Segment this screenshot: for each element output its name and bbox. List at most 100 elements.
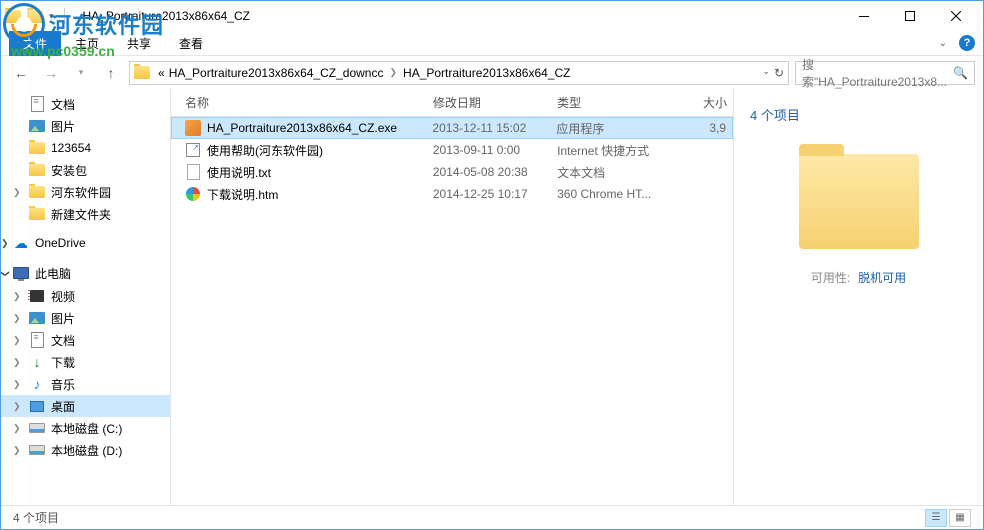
navitem-label: 文档 [51, 96, 75, 113]
availability-label: 可用性: [811, 269, 850, 286]
navitem-label: 下载 [51, 354, 75, 371]
view-details-button[interactable]: ☰ [925, 509, 947, 527]
navitem-label: 文档 [51, 332, 75, 349]
expand-icon[interactable]: ❯ [1, 238, 9, 249]
window-icon[interactable] [5, 10, 21, 23]
file-type: 应用程序 [550, 120, 674, 137]
chevron-right-icon[interactable]: ❯ [385, 67, 401, 78]
txt-icon [187, 164, 200, 180]
window-title: HA_Portraiture2013x86x64_CZ [83, 9, 250, 23]
navitem-folder[interactable]: 新建文件夹 [1, 203, 170, 225]
navigation-pane[interactable]: 文档 图片 123654 安装包 ❯ 河东软件园 新建文件夹 ❯ ☁ OneDrive… [1, 89, 171, 505]
breadcrumb-item[interactable]: HA_Portraiture2013x86x64_CZ_downcc [167, 66, 386, 80]
expand-icon[interactable]: ❯ [13, 401, 21, 412]
navitem-label: 安装包 [51, 162, 87, 179]
file-row[interactable]: 下载说明.htm2014-12-25 10:17360 Chrome HT... [171, 183, 733, 205]
nav-forward-button[interactable]: → [39, 61, 63, 85]
qat-dropdown-icon[interactable]: ▾ [49, 11, 54, 22]
expand-icon[interactable]: ❯ [13, 357, 21, 368]
qat-open-icon[interactable] [27, 10, 43, 23]
file-date: 2014-12-25 10:17 [427, 187, 551, 201]
navitem-music[interactable]: ❯♪音乐 [1, 373, 170, 395]
navitem-downloads[interactable]: ❯↓下载 [1, 351, 170, 373]
breadcrumb-item[interactable]: HA_Portraiture2013x86x64_CZ [401, 66, 572, 80]
nav-recent-dropdown[interactable]: ▾ [69, 61, 93, 85]
expand-icon[interactable]: ❯ [1, 269, 10, 277]
availability-value: 脱机可用 [858, 269, 906, 286]
navitem-drive-c[interactable]: ❯本地磁盘 (C:) [1, 417, 170, 439]
column-headers: 名称 修改日期 类型 大小 [171, 89, 733, 117]
navitem-pictures[interactable]: 图片 [1, 115, 170, 137]
navitem-documents[interactable]: 文档 [1, 93, 170, 115]
addressbar-row: ← → ▾ ↑ « HA_Portraiture2013x86x64_CZ_do… [1, 56, 983, 89]
column-header-type[interactable]: 类型 [551, 94, 675, 111]
navitem-label: 123654 [51, 141, 91, 155]
close-button[interactable] [933, 1, 979, 31]
file-type: Internet 快捷方式 [551, 142, 675, 159]
ribbon-tab-file[interactable]: 文件 [9, 31, 61, 56]
file-type: 文本文档 [551, 164, 675, 181]
breadcrumb-prefix[interactable]: « [156, 66, 167, 80]
navitem-folder[interactable]: ❯ 河东软件园 [1, 181, 170, 203]
search-icon[interactable]: 🔍 [953, 66, 968, 80]
expand-icon[interactable]: ❯ [13, 313, 21, 324]
nav-up-button[interactable]: ↑ [99, 61, 123, 85]
file-date: 2013-12-11 15:02 [426, 121, 550, 135]
addressbar-folder-icon [134, 66, 150, 79]
navitem-folder[interactable]: 安装包 [1, 159, 170, 181]
search-input[interactable]: 搜索"HA_Portraiture2013x8... 🔍 [795, 61, 975, 85]
expand-icon[interactable]: ❯ [13, 423, 21, 434]
navitem-label: 此电脑 [35, 265, 71, 282]
navitem-drive-d[interactable]: ❯ 本地磁盘 (D:) [1, 439, 170, 461]
column-header-name[interactable]: 名称 [179, 94, 427, 111]
music-icon: ♪ [29, 376, 45, 392]
addressbar-dropdown-icon[interactable]: ⌄ [762, 66, 770, 80]
navgroup-thispc[interactable]: ❯ 此电脑 [1, 261, 170, 285]
expand-icon[interactable]: ❯ [13, 379, 21, 390]
nav-back-button[interactable]: ← [9, 61, 33, 85]
navitem-documents[interactable]: ❯ 文档 [1, 329, 170, 351]
addressbar[interactable]: « HA_Portraiture2013x86x64_CZ_downcc ❯ H… [129, 61, 789, 85]
drive-icon [29, 445, 45, 455]
ribbon-tab-share[interactable]: 共享 [113, 31, 165, 56]
expand-icon[interactable]: ❯ [13, 291, 21, 302]
refresh-icon[interactable]: ↻ [774, 66, 784, 80]
expand-icon[interactable]: ❯ [13, 187, 21, 198]
navitem-label: 视频 [51, 288, 75, 305]
navitem-label: 本地磁盘 (D:) [51, 442, 122, 459]
help-icon[interactable]: ? [959, 35, 975, 51]
file-row[interactable]: 使用帮助(河东软件园) 2013-09-11 0:00Internet 快捷方式 [171, 139, 733, 161]
details-pane: 4 个项目 可用性: 脱机可用 [733, 89, 983, 505]
navitem-label: 桌面 [51, 398, 75, 415]
ribbon-tab-home[interactable]: 主页 [61, 31, 113, 56]
file-date: 2013-09-11 0:00 [427, 143, 551, 157]
navitem-pictures[interactable]: ❯图片 [1, 307, 170, 329]
minimize-button[interactable] [841, 1, 887, 31]
search-placeholder: 搜索"HA_Portraiture2013x8... [802, 56, 953, 90]
maximize-button[interactable] [887, 1, 933, 31]
navitem-label: 河东软件园 [51, 184, 111, 201]
ribbon-expand-icon[interactable]: ⌄ [939, 38, 947, 49]
details-title: 4 个项目 [750, 105, 800, 124]
navitem-label: 图片 [51, 118, 75, 135]
file-name: 下载说明.htm [207, 186, 278, 203]
onedrive-icon: ☁ [13, 235, 29, 251]
expand-icon[interactable]: ❯ [13, 335, 21, 346]
file-row[interactable]: 使用说明.txt2014-05-08 20:38文本文档 [171, 161, 733, 183]
file-date: 2014-05-08 20:38 [427, 165, 551, 179]
ribbon-tab-view[interactable]: 查看 [165, 31, 217, 56]
navitem-videos[interactable]: ❯ 视频 [1, 285, 170, 307]
navitem-label: OneDrive [35, 236, 86, 250]
navitem-label: 新建文件夹 [51, 206, 111, 223]
column-header-size[interactable]: 大小 [675, 94, 733, 111]
file-list-body[interactable]: HA_Portraiture2013x86x64_CZ.exe 2013-12-1… [171, 117, 733, 505]
view-icons-button[interactable]: ▦ [949, 509, 971, 527]
expand-icon[interactable]: ❯ [13, 445, 21, 456]
file-row[interactable]: HA_Portraiture2013x86x64_CZ.exe 2013-12-1… [171, 117, 733, 139]
navgroup-onedrive[interactable]: ❯ ☁ OneDrive [1, 231, 170, 255]
column-header-date[interactable]: 修改日期 [427, 94, 551, 111]
file-name: 使用帮助(河东软件园) [207, 142, 323, 159]
file-name: HA_Portraiture2013x86x64_CZ.exe [207, 121, 397, 135]
navitem-desktop[interactable]: ❯ 桌面 [1, 395, 170, 417]
navitem-folder[interactable]: 123654 [1, 137, 170, 159]
